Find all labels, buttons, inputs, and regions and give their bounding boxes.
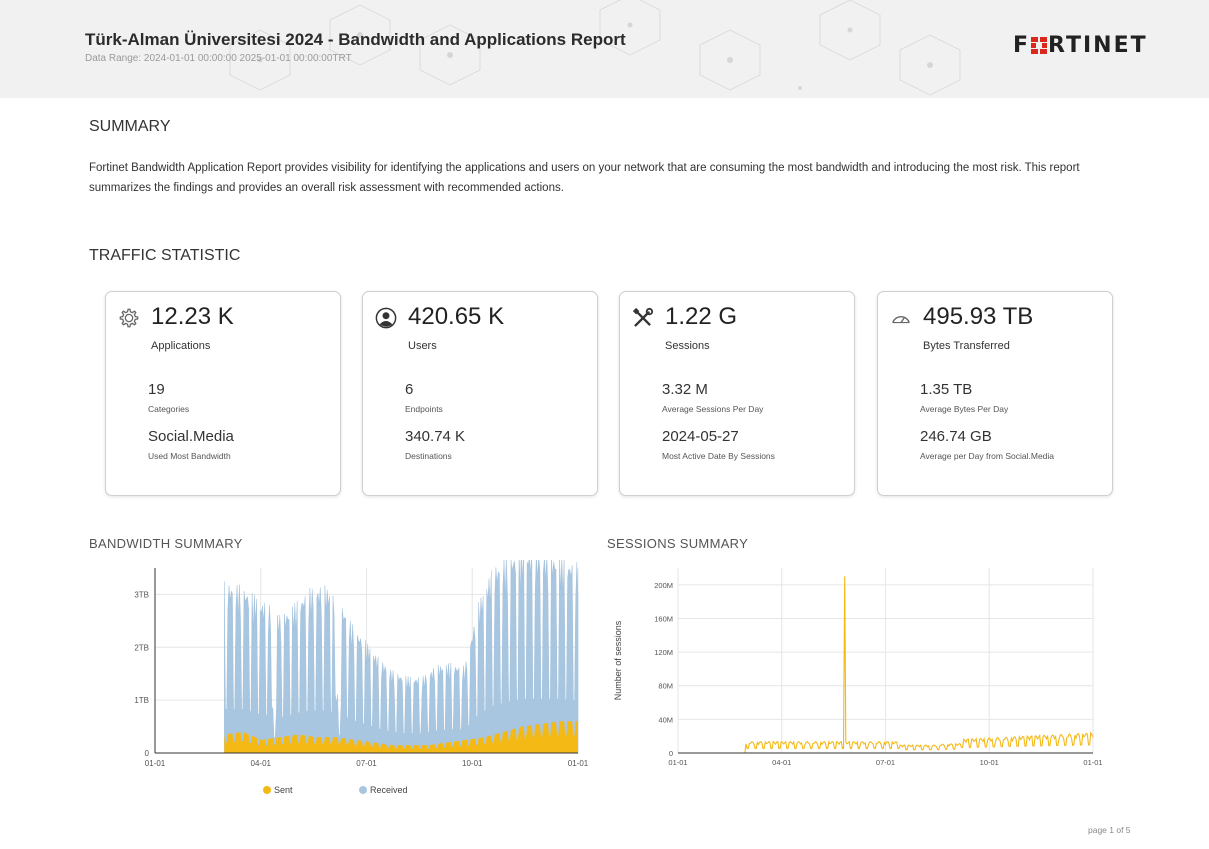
x-tick-label: 07-01 xyxy=(876,758,895,767)
destinations-label: Destinations xyxy=(405,451,452,461)
y-tick-label: 80M xyxy=(658,682,673,691)
bandwidth-legend: Sent Received xyxy=(263,785,408,795)
users-value: 420.65 K xyxy=(408,303,505,330)
x-tick-label: 10-01 xyxy=(980,758,999,767)
avg-sessions-label: Average Sessions Per Day xyxy=(662,404,764,414)
x-tick-label: 01-01 xyxy=(668,758,687,767)
x-tick-label: 01-01 xyxy=(568,759,589,768)
avg-bytes-label: Average Bytes Per Day xyxy=(920,404,1009,414)
endpoints-value: 6 xyxy=(405,381,414,398)
categories-value: 19 xyxy=(148,381,165,398)
sessions-grid xyxy=(677,568,1094,754)
y-tick-label: 0 xyxy=(669,749,673,758)
report-title: Türk-Alman Üniversitesi 2024 - Bandwidth… xyxy=(85,30,626,49)
legend-received-marker xyxy=(359,786,367,794)
legend-received-label: Received xyxy=(370,785,408,795)
gear-icon xyxy=(119,308,139,328)
x-tick-label: 10-01 xyxy=(462,759,483,768)
users-label: Users xyxy=(408,340,437,352)
destinations-value: 340.74 K xyxy=(405,428,466,445)
summary-text: Fortinet Bandwidth Application Report pr… xyxy=(89,162,1080,194)
applications-label: Applications xyxy=(151,340,211,352)
data-range: Data Range: 2024-01-01 00:00:00 2025-01-… xyxy=(85,53,352,64)
avg-bytes-value: 1.35 TB xyxy=(920,381,973,398)
legend-sent-label: Sent xyxy=(274,785,293,795)
y-tick-label: 1TB xyxy=(134,696,149,705)
y-tick-label: 120M xyxy=(654,648,673,657)
most-bandwidth-value: Social.Media xyxy=(148,428,234,445)
report-header: Türk-Alman Üniversitesi 2024 - Bandwidth… xyxy=(0,0,1209,98)
bytes-value: 495.93 TB xyxy=(923,303,1034,330)
stat-card-users: 420.65 K Users 6 Endpoints 340.74 K Dest… xyxy=(362,291,598,496)
avg-sessions-value: 3.32 M xyxy=(662,381,708,398)
x-tick-label: 04-01 xyxy=(251,759,272,768)
y-axis-title: Number of sessions xyxy=(613,620,623,700)
bytes-label: Bytes Transferred xyxy=(923,340,1010,352)
stat-card-applications: 12.23 K Applications 19 Categories Socia… xyxy=(105,291,341,496)
logo-text-left: F xyxy=(1013,33,1031,58)
endpoints-label: Endpoints xyxy=(405,404,443,414)
y-tick-label: 3TB xyxy=(134,590,149,599)
fortinet-logo: F RTINET xyxy=(1013,33,1148,58)
y-tick-label: 40M xyxy=(658,715,673,724)
y-tick-label: 0 xyxy=(145,749,150,758)
avg-social-media-label: Average per Day from Social.Media xyxy=(920,451,1055,461)
received-area xyxy=(224,560,579,754)
user-icon xyxy=(375,307,397,329)
traffic-statistic-heading: TRAFFIC STATISTIC xyxy=(89,247,241,264)
most-active-date-value: 2024-05-27 xyxy=(662,428,739,445)
avg-social-media-value: 246.74 GB xyxy=(920,428,992,445)
most-active-date-label: Most Active Date By Sessions xyxy=(662,451,775,461)
bandwidth-summary-chart: 0 1TB 2TB 3TB 01-01 04-01 07-01 10-01 01-01 Sent… xyxy=(134,560,589,795)
most-bandwidth-label: Used Most Bandwidth xyxy=(148,451,231,461)
sessions-value: 1.22 G xyxy=(665,303,738,330)
y-tick-label: 160M xyxy=(654,614,673,623)
legend-sent-marker xyxy=(263,786,271,794)
received-area-series xyxy=(224,560,579,754)
x-tick-label: 07-01 xyxy=(356,759,377,768)
sessions-summary-chart: 0 40M 80M 120M 160M 200M 01-01 04-01 07-01 10-01 0… xyxy=(613,568,1103,767)
stat-card-sessions: 1.22 G Sessions 3.32 M Average Sessions … xyxy=(619,291,855,496)
page-number: page 1 of 5 xyxy=(1088,825,1131,835)
x-tick-label: 04-01 xyxy=(772,758,791,767)
bandwidth-summary-title: BANDWIDTH SUMMARY xyxy=(89,536,243,551)
x-tick-label: 01-01 xyxy=(145,759,166,768)
sessions-label: Sessions xyxy=(665,340,710,352)
sessions-summary-title: SESSIONS SUMMARY xyxy=(607,536,749,551)
speedometer-icon xyxy=(892,316,910,324)
fortinet-logo-mark-icon xyxy=(1031,37,1048,54)
x-tick-label: 01-01 xyxy=(1083,758,1102,767)
tools-icon xyxy=(632,307,654,327)
y-tick-label: 2TB xyxy=(134,643,149,652)
summary-heading: SUMMARY xyxy=(89,118,171,135)
logo-text-right: RTINET xyxy=(1048,33,1148,58)
stat-card-bytes: 495.93 TB Bytes Transferred 1.35 TB Aver… xyxy=(877,291,1113,496)
categories-label: Categories xyxy=(148,404,190,414)
applications-value: 12.23 K xyxy=(151,303,234,330)
y-tick-label: 200M xyxy=(654,581,673,590)
